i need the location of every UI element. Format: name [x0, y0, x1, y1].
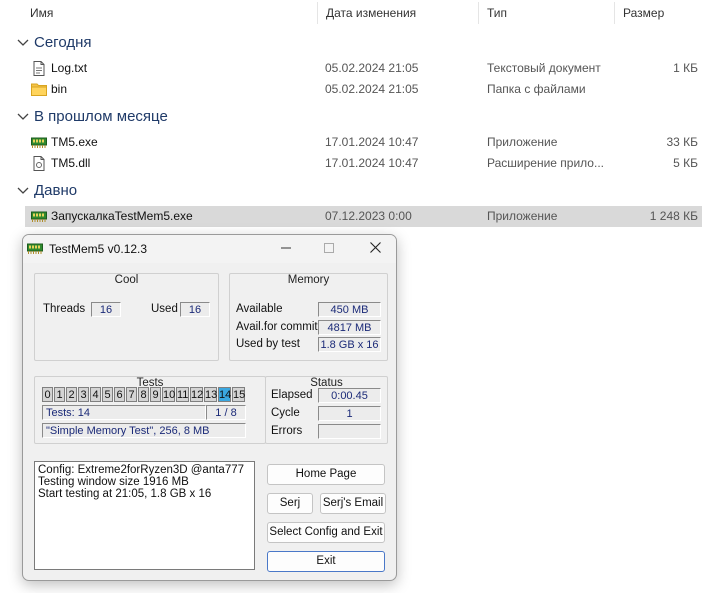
close-button[interactable]	[355, 235, 395, 263]
test-cell: 5	[102, 387, 113, 402]
group-last-month[interactable]: В прошлом месяце	[0, 106, 722, 128]
title-bar[interactable]: TestMem5 v0.12.3	[23, 235, 396, 263]
tests-count: Tests: 14	[42, 405, 206, 420]
used-label: Used	[151, 303, 178, 315]
file-row-bin[interactable]: bin 05.02.2024 21:05 Папка с файлами	[25, 79, 702, 100]
group-title: Сегодня	[34, 34, 92, 51]
group-long-ago[interactable]: Давно	[0, 180, 722, 202]
minimize-button[interactable]	[266, 235, 306, 263]
errors-label: Errors	[271, 425, 303, 437]
maximize-button[interactable]	[309, 235, 349, 263]
column-size[interactable]: Размер	[615, 0, 722, 26]
used-by-test-label: Used by test	[236, 338, 300, 350]
available-label: Available	[236, 303, 283, 315]
commit-value: 4817 MB	[318, 320, 381, 335]
serj-button[interactable]: Serj	[267, 493, 313, 514]
group-title: В прошлом месяце	[34, 108, 168, 125]
test-cell: 4	[90, 387, 101, 402]
elapsed-label: Elapsed	[271, 389, 313, 401]
test-cell: 9	[150, 387, 161, 402]
cycle-label: Cycle	[271, 407, 300, 419]
chevron-down-icon	[17, 113, 29, 120]
test-cell: 11	[176, 387, 189, 402]
log-output[interactable]: Config: Extreme2forRyzen3D @anta777 Test…	[34, 461, 255, 570]
log-line: Testing window size 1916 MB	[38, 476, 189, 488]
memory-app-icon	[27, 243, 43, 254]
column-header: Имя ⌃ Дата изменения Тип Размер	[0, 0, 722, 26]
memory-app-icon	[31, 211, 47, 222]
available-value: 450 MB	[318, 302, 381, 317]
threads-label: Threads	[43, 303, 86, 315]
test-cell: 13	[204, 387, 218, 402]
commit-label: Avail.for commit	[236, 321, 318, 333]
cool-panel: Cool Threads 16 Used 16	[34, 273, 219, 361]
serj-email-button[interactable]: Serj's Email	[320, 493, 386, 514]
text-file-icon	[33, 61, 45, 76]
test-cell: 1	[54, 387, 65, 402]
column-date[interactable]: Дата изменения	[318, 0, 478, 26]
file-row-launcher[interactable]: ЗапускалкаTestMem5.exe 07.12.2023 0:00 П…	[25, 206, 702, 227]
group-title: Давно	[34, 182, 78, 199]
log-line: Start testing at 21:05, 1.8 GB x 16	[38, 488, 212, 500]
test-cell: 15	[232, 387, 246, 402]
errors-value	[318, 424, 381, 439]
file-row-log[interactable]: Log.txt 05.02.2024 21:05 Текстовый докум…	[25, 58, 702, 79]
log-line: Config: Extreme2forRyzen3D @anta777	[38, 464, 245, 476]
status-panel: Status Elapsed 0:00.45 Cycle 1 Errors	[265, 376, 388, 444]
elapsed-value: 0:00.45	[318, 388, 381, 403]
memory-panel: Memory Available 450 MB Avail.for commit…	[229, 273, 388, 361]
current-test: "Simple Memory Test", 256, 8 MB	[42, 423, 246, 438]
chevron-down-icon	[17, 187, 29, 194]
test-cell: 6	[114, 387, 125, 402]
test-cell: 2	[66, 387, 77, 402]
tests-progress: 1 / 8	[206, 405, 246, 420]
test-cell: 0	[42, 387, 53, 402]
minimize-icon	[281, 247, 291, 249]
threads-value: 16	[91, 302, 121, 317]
maximize-icon	[324, 243, 334, 253]
test-cell: 14	[218, 387, 232, 402]
folder-icon	[31, 83, 47, 96]
test-cell: 7	[126, 387, 137, 402]
window-title: TestMem5 v0.12.3	[49, 242, 148, 256]
dll-file-icon	[33, 156, 45, 171]
column-name[interactable]: Имя	[22, 0, 317, 26]
chevron-down-icon	[17, 39, 29, 46]
memory-app-icon	[31, 137, 47, 148]
exit-button[interactable]: Exit	[267, 551, 385, 572]
home-page-button[interactable]: Home Page	[267, 464, 385, 485]
used-value: 16	[180, 302, 210, 317]
column-type[interactable]: Тип	[479, 0, 614, 26]
group-today[interactable]: Сегодня	[0, 32, 722, 54]
file-row-tm5-exe[interactable]: TM5.exe 17.01.2024 10:47 Приложение 33 К…	[25, 132, 702, 153]
select-config-button[interactable]: Select Config and Exit	[267, 522, 385, 543]
file-row-tm5-dll[interactable]: TM5.dll 17.01.2024 10:47 Расширение прил…	[25, 153, 702, 174]
cycle-value: 1	[318, 406, 381, 421]
testmem5-window: TestMem5 v0.12.3 Cool Threads 16 Used 16…	[22, 234, 397, 581]
test-cell: 10	[162, 387, 176, 402]
test-cell: 12	[190, 387, 204, 402]
test-cell: 3	[78, 387, 89, 402]
used-by-test-value: 1.8 GB x 16	[318, 337, 381, 352]
close-icon	[369, 242, 381, 253]
panel-title: Cool	[114, 274, 139, 286]
panel-title: Memory	[287, 274, 330, 286]
test-cell: 8	[138, 387, 149, 402]
